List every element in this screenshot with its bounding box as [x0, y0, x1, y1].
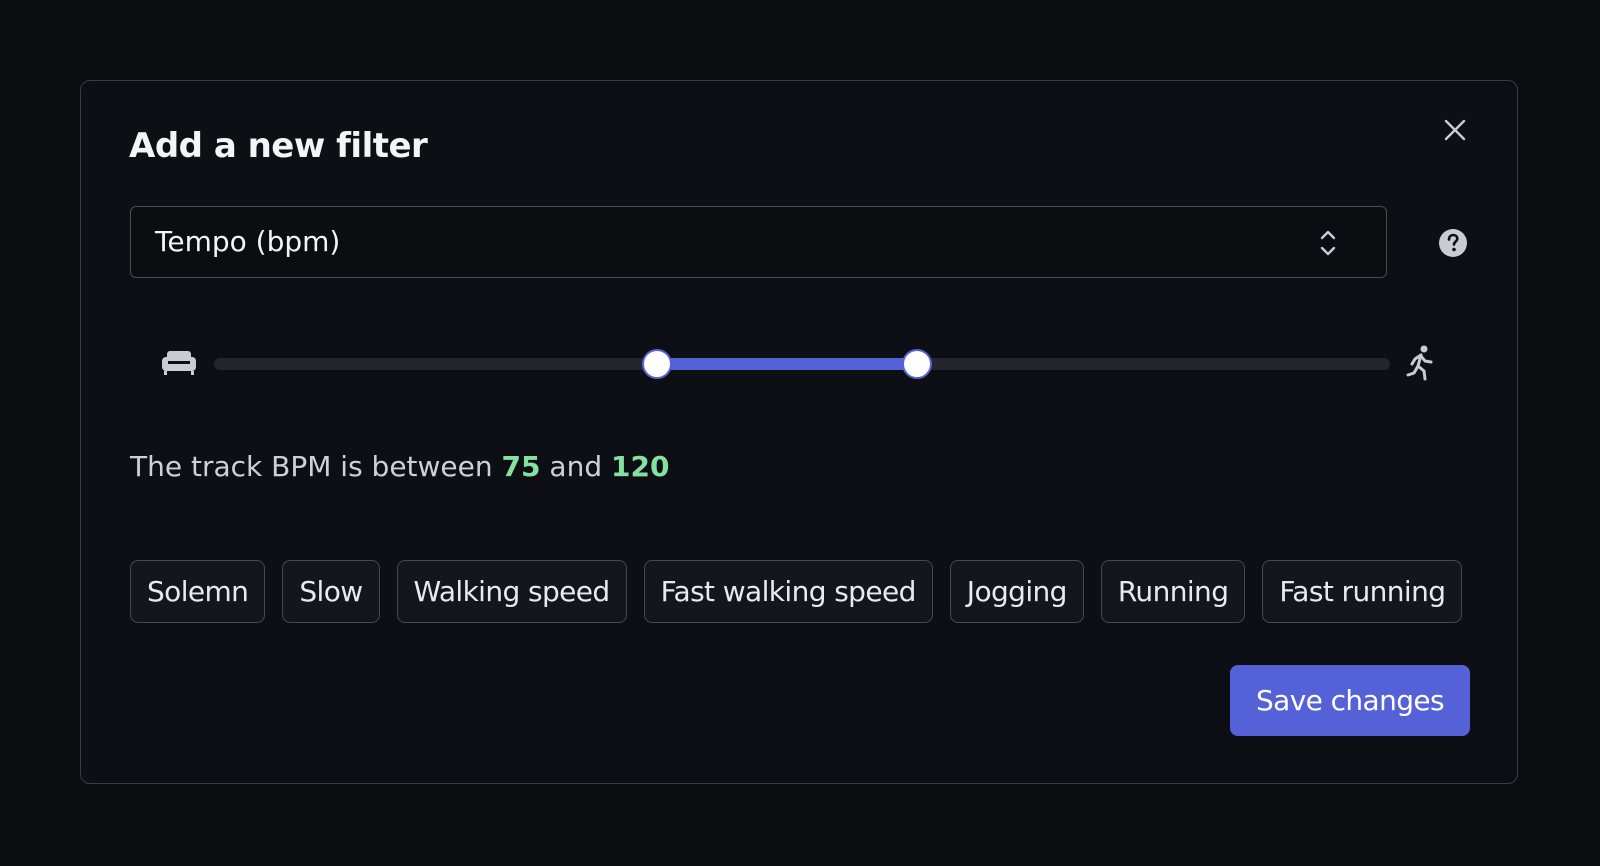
filter-type-select[interactable]: Tempo (bpm) [130, 206, 1387, 278]
running-person-icon [1403, 344, 1437, 382]
tempo-presets: Solemn Slow Walking speed Fast walking s… [130, 560, 1463, 623]
preset-walking-speed[interactable]: Walking speed [396, 560, 627, 623]
preset-fast-walking-speed[interactable]: Fast walking speed [643, 560, 933, 623]
question-circle-icon[interactable] [1438, 228, 1468, 258]
preset-slow[interactable]: Slow [282, 560, 380, 623]
couch-icon [160, 348, 198, 378]
preset-running[interactable]: Running [1100, 560, 1246, 623]
close-icon[interactable] [1441, 116, 1469, 144]
bpm-min-value: 75 [501, 450, 541, 483]
preset-fast-running[interactable]: Fast running [1262, 560, 1463, 623]
summary-connector: and [549, 450, 603, 483]
chevron-up-down-icon [1311, 225, 1345, 261]
range-summary: The track BPM is between 75 and 120 [130, 450, 669, 483]
tempo-range-slider[interactable] [214, 358, 1390, 370]
summary-prefix: The track BPM is between [130, 450, 493, 483]
preset-solemn[interactable]: Solemn [130, 560, 266, 623]
bpm-max-value: 120 [611, 450, 670, 483]
save-changes-button[interactable]: Save changes [1230, 665, 1470, 736]
preset-jogging[interactable]: Jogging [949, 560, 1084, 623]
dialog-title: Add a new filter [129, 126, 428, 166]
selected-range [657, 358, 918, 370]
filter-type-value: Tempo (bpm) [155, 225, 341, 258]
